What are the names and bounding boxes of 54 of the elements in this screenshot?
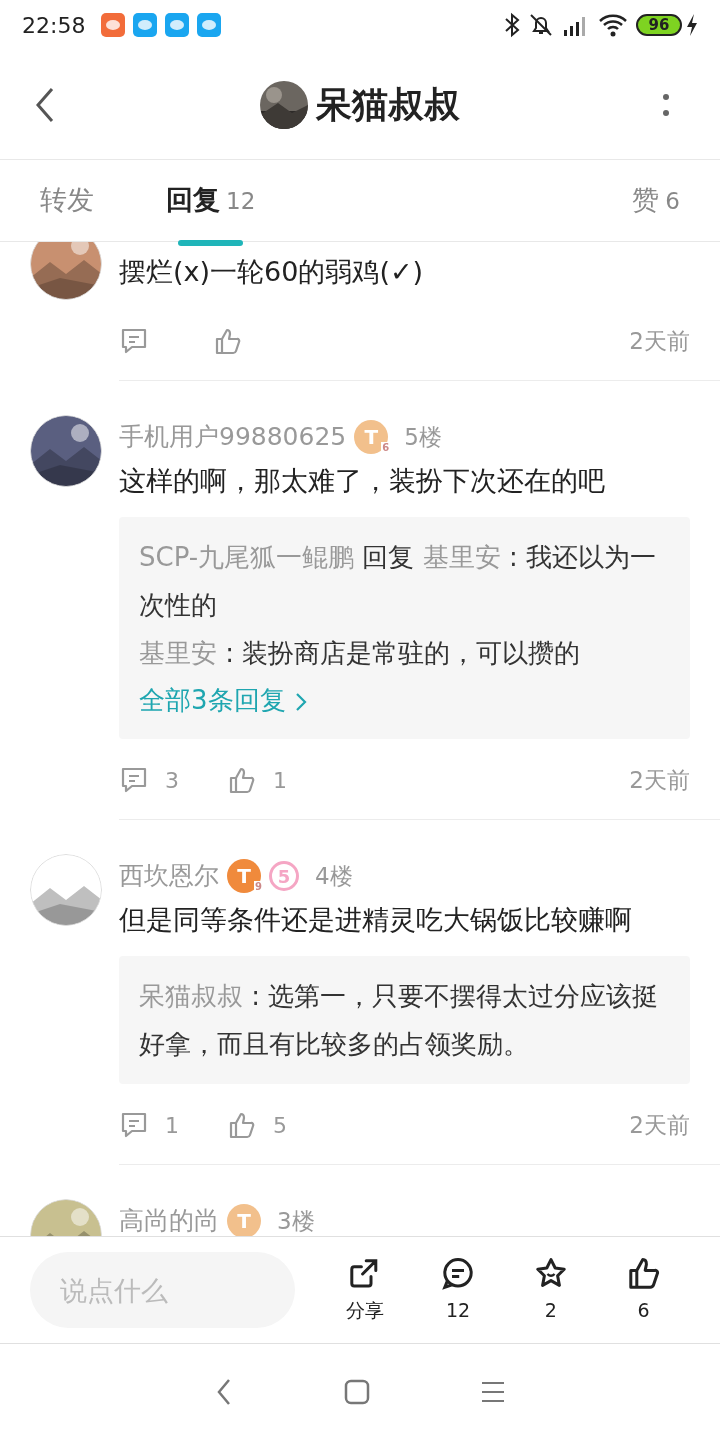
chevron-icon: [293, 690, 308, 713]
thumbs-up-icon[interactable]: [213, 326, 243, 356]
reply-text: SCP-九尾狐一鲲鹏 回复 基里安 : 我还以为一次性的: [139, 541, 657, 622]
username[interactable]: 手机用户99880625: [119, 418, 347, 456]
username[interactable]: 高尚的尚: [119, 1202, 219, 1236]
level-number: 9: [254, 881, 263, 893]
comment-icon[interactable]: [119, 765, 149, 795]
floor-number: 4楼: [315, 861, 353, 891]
app-notification-icon: [101, 13, 126, 37]
muted-bell-icon: [528, 12, 554, 38]
comment-icon[interactable]: [119, 326, 149, 356]
app-notification-icon: [133, 13, 158, 37]
username[interactable]: 西坎恩尔: [119, 857, 219, 895]
reply-text: 基里安 : 装扮商店是常驻的，可以攒的: [139, 637, 582, 670]
app-notification-icon: [165, 13, 190, 37]
comment-text: 这样的啊，那太难了，装扮下次还在的吧: [119, 464, 606, 498]
all-replies-link[interactable]: 全部3条回复: [139, 677, 308, 723]
comment-icon[interactable]: [119, 1110, 149, 1140]
wifi-icon: [598, 13, 628, 37]
comment-button[interactable]: 12: [423, 1255, 494, 1325]
comment-text: 摆烂(x)一轮60的弱鸡(✓): [119, 255, 425, 289]
level-badge: T 6: [354, 420, 389, 454]
like-count: 5: [273, 1111, 287, 1140]
bluetooth-icon: [504, 12, 520, 38]
menu-icon[interactable]: [480, 1379, 506, 1404]
more-options-icon[interactable]: [662, 91, 670, 119]
level-number: 6: [381, 442, 391, 454]
tab[interactable]: 转发: [40, 159, 94, 242]
share-button[interactable]: 分享: [330, 1255, 401, 1325]
timestamp: 2天前: [629, 326, 690, 356]
reply-count: 1: [165, 1111, 179, 1140]
level-badge: T: [227, 1204, 261, 1236]
app-notification-icon: [197, 13, 222, 37]
tab[interactable]: 赞 6: [632, 159, 680, 242]
floor-number: 3楼: [277, 1206, 315, 1236]
charging-icon: [686, 14, 698, 36]
thumbs-up-icon[interactable]: [227, 765, 257, 795]
battery-indicator: 96: [636, 14, 682, 36]
floor-number: 5楼: [404, 422, 442, 452]
like-count: 1: [273, 766, 287, 795]
timestamp: 2天前: [629, 765, 690, 795]
thumbs-up-icon[interactable]: [227, 1110, 257, 1140]
comment-text: 但是同等条件还是进精灵吃大锅饭比较赚啊: [119, 903, 633, 937]
reply-count: 3: [165, 766, 179, 795]
level-badge: T 9: [227, 859, 261, 893]
like-button[interactable]: 6: [608, 1255, 679, 1325]
star-button[interactable]: 2: [515, 1255, 586, 1325]
clock-time: 22:58: [22, 11, 86, 40]
reply-text: 呆猫叔叔 : 选第一，只要不摆得太过分应该挺好拿，而且有比较多的占领奖励。: [139, 980, 660, 1061]
timestamp: 2天前: [629, 1110, 690, 1140]
rank-badge: 5: [269, 861, 299, 891]
comment-input-field[interactable]: 说点什么: [30, 1252, 295, 1328]
page-title: 呆猫叔叔: [316, 82, 460, 127]
home-icon[interactable]: [344, 1378, 370, 1405]
